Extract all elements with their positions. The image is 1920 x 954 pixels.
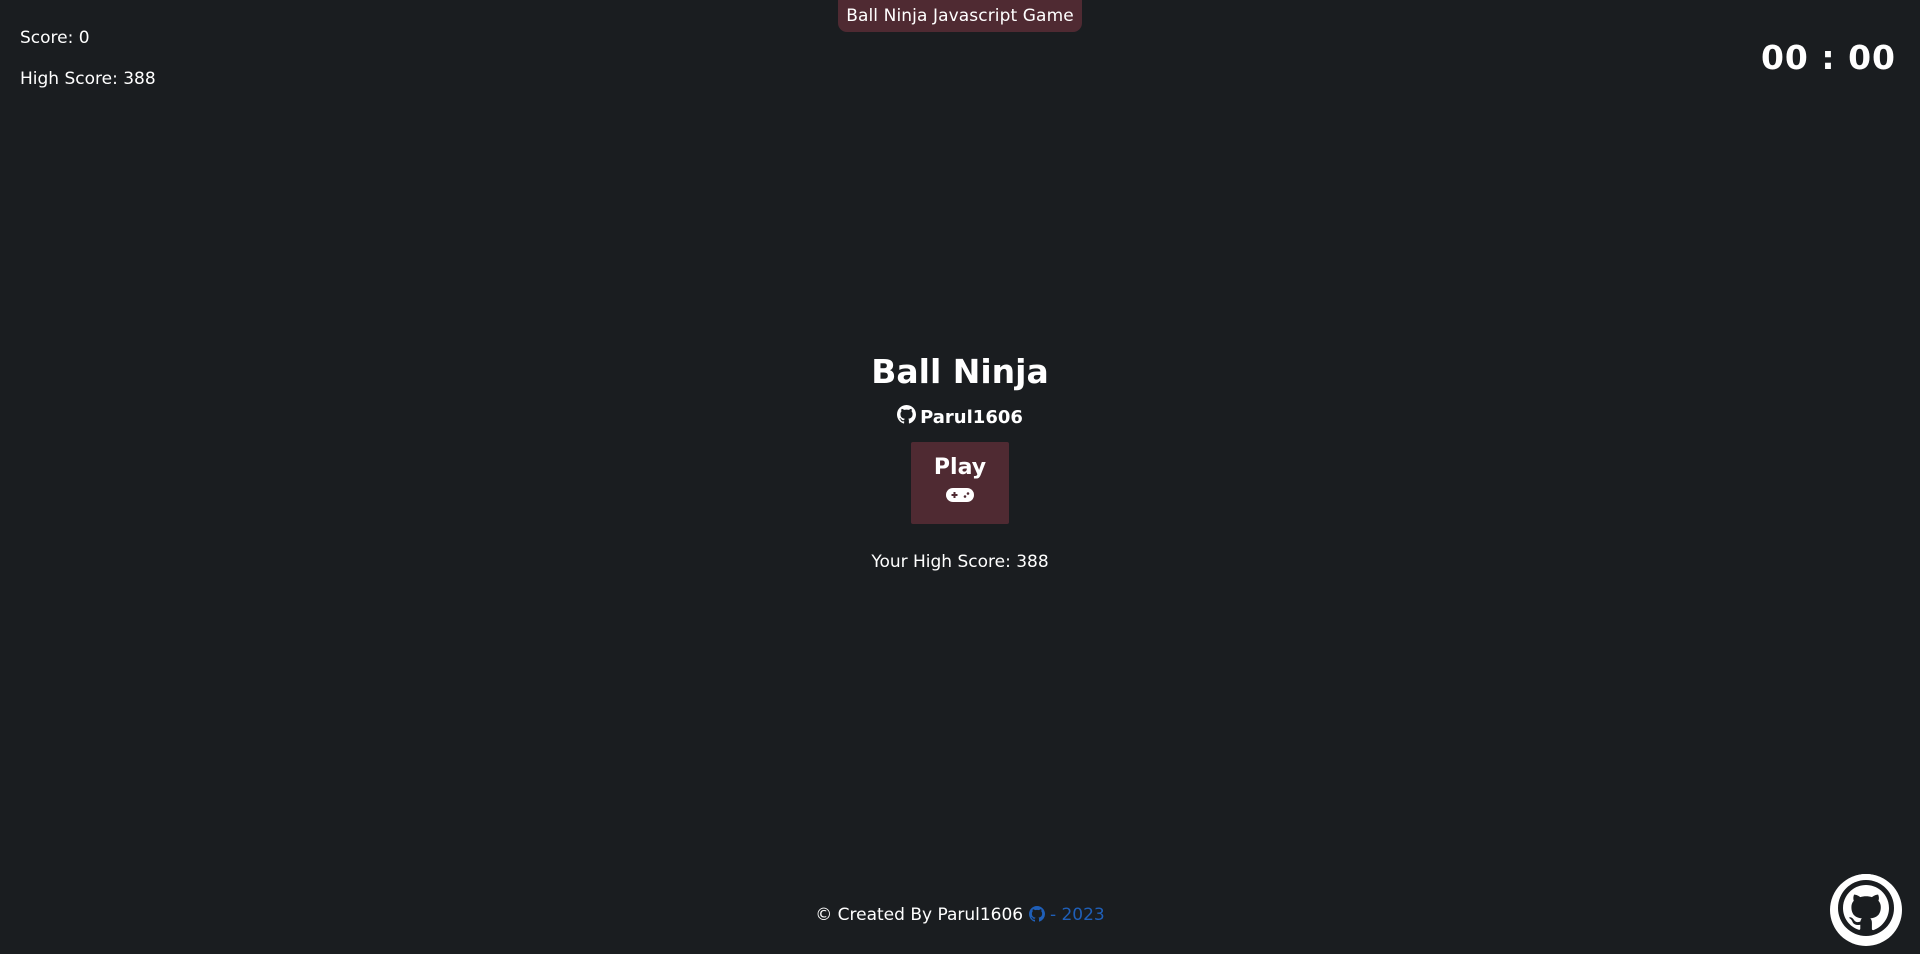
- author-name: Parul1606: [920, 407, 1023, 428]
- game-title-banner: Ball Ninja Javascript Game: [838, 0, 1082, 32]
- game-page: Ball Ninja Javascript Game Score: 0 High…: [0, 0, 1920, 954]
- score-display: Score: 0: [20, 28, 90, 48]
- play-label: Play: [933, 455, 987, 480]
- game-title: Ball Ninja: [871, 352, 1049, 391]
- footer-github-link[interactable]: - 2023: [1028, 905, 1105, 925]
- footer-year: - 2023: [1049, 905, 1105, 925]
- github-icon: [1028, 905, 1050, 925]
- your-high-score: Your High Score: 388: [871, 552, 1049, 572]
- footer: © Created By Parul1606 - 2023: [0, 904, 1920, 926]
- github-octocat-icon: [1830, 872, 1902, 948]
- play-button[interactable]: Play: [911, 442, 1009, 524]
- gamepad-icon: [945, 482, 975, 512]
- high-score-display: High Score: 388: [20, 69, 156, 89]
- start-menu: Ball Ninja Parul1606 Play Your High Scor…: [0, 350, 1920, 573]
- github-corner-button[interactable]: [1830, 874, 1902, 946]
- timer-display: 00 : 00: [1760, 38, 1896, 77]
- footer-credit: © Created By Parul1606: [815, 905, 1024, 925]
- github-icon: [897, 405, 917, 431]
- author-link[interactable]: Parul1606: [897, 405, 1023, 431]
